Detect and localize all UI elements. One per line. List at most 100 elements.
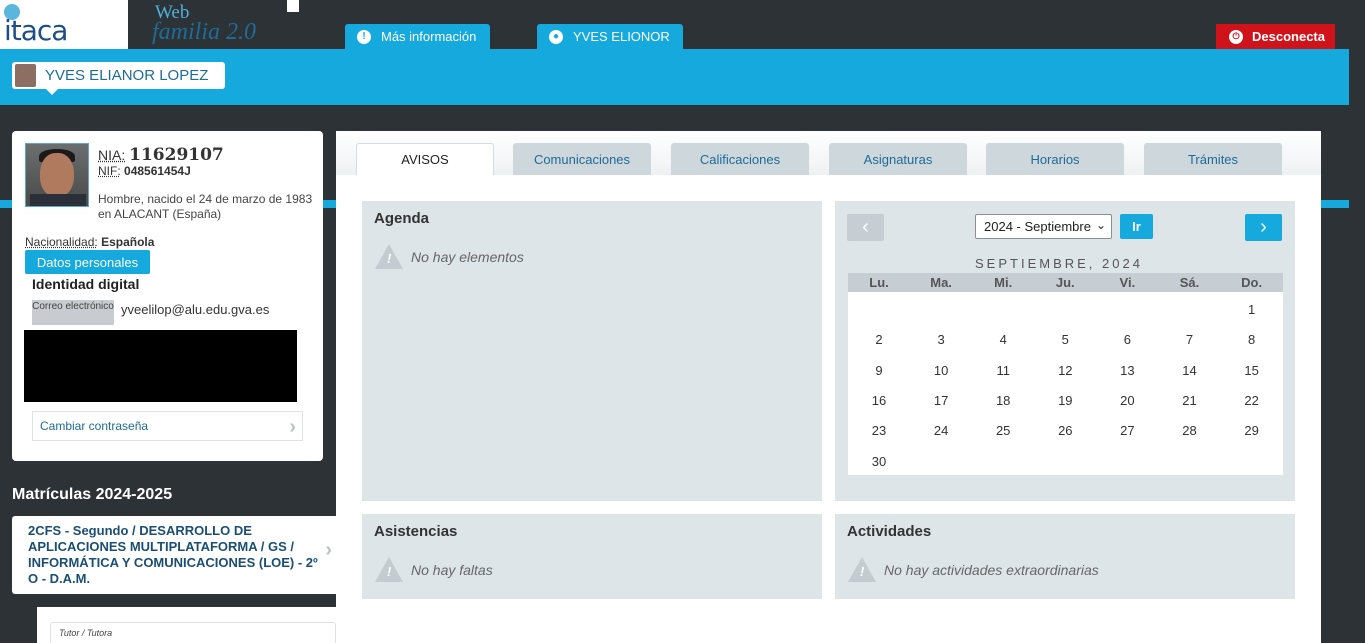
weekday-label: Mi. xyxy=(994,275,1013,290)
nia-label: NIA: xyxy=(98,147,126,163)
chevron-right-icon: › xyxy=(289,416,296,438)
warning-icon xyxy=(848,557,876,582)
email-label: Correo electrónico xyxy=(32,300,114,325)
activities-title: Actividades xyxy=(847,523,932,540)
calendar-day[interactable]: 16 xyxy=(848,393,910,408)
calendar-day[interactable]: 30 xyxy=(848,454,910,469)
power-icon: ⏻ xyxy=(1229,29,1243,44)
calendar-day[interactable]: 28 xyxy=(1159,423,1221,438)
nationality-value: Española xyxy=(101,235,155,249)
warning-icon xyxy=(375,557,403,582)
calendar-day[interactable]: 27 xyxy=(1096,423,1158,438)
disconnect-button[interactable]: ⏻ Desconecta xyxy=(1216,24,1335,49)
calendar-day[interactable]: 17 xyxy=(910,393,972,408)
calendar-day[interactable]: 9 xyxy=(848,363,910,378)
warning-icon xyxy=(375,244,403,269)
tab-tramites[interactable]: Trámites xyxy=(1144,143,1282,175)
nationality-line: Nacionalidad: Española xyxy=(25,235,154,249)
web-subtitle: familia 2.0 xyxy=(152,19,257,45)
chevron-down-icon: ⌄ xyxy=(1095,218,1106,232)
calendar-day[interactable]: 6 xyxy=(1096,332,1158,347)
calendar-month-label: SEPTIEMBRE, 2024 xyxy=(975,256,1143,271)
month-select-value: 2024 - Septiembre xyxy=(984,219,1091,234)
itaca-logo[interactable]: itaca xyxy=(0,0,128,49)
prev-month-button[interactable]: ‹ xyxy=(847,214,884,241)
calendar-day[interactable]: 23 xyxy=(848,423,910,438)
weekday-label: Lu. xyxy=(869,275,889,290)
calendar-day[interactable]: 19 xyxy=(1034,393,1096,408)
nif-value: 048561454J xyxy=(124,164,191,178)
weekday-label: Ju. xyxy=(1055,275,1075,290)
tab-asignaturas[interactable]: Asignaturas xyxy=(829,143,967,175)
calendar-day[interactable]: 22 xyxy=(1221,393,1283,408)
info-icon: ! xyxy=(357,29,371,44)
change-password-link[interactable]: Cambiar contraseña › xyxy=(32,411,303,441)
calendar-day[interactable]: 8 xyxy=(1221,332,1283,347)
attendance-empty: No hay faltas xyxy=(375,557,493,582)
calendar-day[interactable]: 20 xyxy=(1096,393,1158,408)
calendar-day[interactable]: 13 xyxy=(1096,363,1158,378)
activities-panel: Actividades No hay actividades extraordi… xyxy=(835,514,1295,599)
personal-data-button[interactable]: Datos personales xyxy=(25,250,150,274)
calendar-day[interactable]: 10 xyxy=(910,363,972,378)
chevron-right-icon: › xyxy=(1260,216,1267,238)
calendar-day[interactable]: 15 xyxy=(1221,363,1283,378)
chevron-left-icon: ‹ xyxy=(862,216,869,238)
calendar-weekdays: Lu. Ma. Mi. Ju. Vi. Sá. Do. xyxy=(848,273,1283,292)
tab-horarios[interactable]: Horarios xyxy=(986,143,1124,175)
nif-line: NIF: 048561454J xyxy=(98,164,191,178)
calendar-day[interactable]: 2 xyxy=(848,332,910,347)
calendar-day[interactable]: 24 xyxy=(910,423,972,438)
student-photo xyxy=(25,143,89,207)
calendar-day[interactable]: 3 xyxy=(910,332,972,347)
avatar xyxy=(15,64,36,87)
logo-text: itaca xyxy=(4,14,68,47)
weekday-label: Ma. xyxy=(930,275,952,290)
weekday-label: Sá. xyxy=(1179,275,1200,290)
agenda-empty: No hay elementos xyxy=(375,244,524,269)
calendar-day[interactable]: 12 xyxy=(1034,363,1096,378)
next-month-button[interactable]: › xyxy=(1245,214,1282,241)
enrollment-item[interactable]: 2CFS - Segundo / DESARROLLO DE APLICACIO… xyxy=(12,516,336,594)
activities-empty: No hay actividades extraordinarias xyxy=(848,557,1099,582)
calendar-day[interactable]: 26 xyxy=(1034,423,1096,438)
digital-identity-title: Identidad digital xyxy=(32,276,140,292)
enrollment-course: 2CFS - Segundo / DESARROLLO DE APLICACIO… xyxy=(28,523,318,586)
redacted-block xyxy=(24,330,297,402)
user-icon: ● xyxy=(549,29,563,44)
calendar-day[interactable]: 1 xyxy=(1221,302,1283,317)
attendance-empty-text: No hay faltas xyxy=(411,561,493,578)
calendar-day[interactable]: 29 xyxy=(1221,423,1283,438)
calendar-day[interactable]: 4 xyxy=(972,332,1034,347)
user-button[interactable]: ● YVES ELIONOR xyxy=(537,24,683,49)
student-name: YVES ELIANOR LOPEZ xyxy=(45,67,209,84)
calendar-day[interactable]: 14 xyxy=(1159,363,1221,378)
weekday-label: Vi. xyxy=(1119,275,1136,290)
nia-line: NIA: 11629107 xyxy=(98,145,224,165)
calendar-day[interactable]: 11 xyxy=(972,363,1034,378)
calendar-day[interactable]: 25 xyxy=(972,423,1034,438)
calendar-day[interactable]: 7 xyxy=(1159,332,1221,347)
info-button[interactable]: ! Más información xyxy=(345,24,490,49)
activities-empty-text: No hay actividades extraordinarias xyxy=(884,561,1099,578)
pill-pointer xyxy=(46,89,58,95)
nif-label: NIF: xyxy=(98,164,121,178)
tab-avisos[interactable]: AVISOS xyxy=(356,143,494,175)
calendar-day[interactable]: 18 xyxy=(972,393,1034,408)
month-select[interactable]: 2024 - Septiembre ⌄ xyxy=(975,214,1112,239)
calendar-day[interactable]: 21 xyxy=(1159,393,1221,408)
user-button-label: YVES ELIONOR xyxy=(573,29,670,44)
info-button-label: Más información xyxy=(381,29,477,44)
nia-value: 11629107 xyxy=(129,145,224,165)
tutor-label: Tutor / Tutora xyxy=(50,622,336,643)
student-selector[interactable]: YVES ELIANOR LOPEZ xyxy=(12,62,225,89)
calendar-day[interactable]: 5 xyxy=(1034,332,1096,347)
nationality-label: Nacionalidad: xyxy=(25,235,98,249)
student-card: NIA: 11629107 NIF: 048561454J Hombre, na… xyxy=(12,131,323,461)
tab-comunicaciones[interactable]: Comunicaciones xyxy=(513,143,651,175)
calendar-grid: Lu. Ma. Mi. Ju. Vi. Sá. Do. 1 2 3 4 5 6 7 8 9 10 11 12 13 1… xyxy=(848,273,1283,475)
email-value: yveelilop@alu.edu.gva.es xyxy=(121,302,270,317)
attendance-panel: Asistencias No hay faltas xyxy=(362,514,822,599)
tab-calificaciones[interactable]: Calificaciones xyxy=(671,143,809,175)
go-button[interactable]: Ir xyxy=(1120,214,1153,239)
